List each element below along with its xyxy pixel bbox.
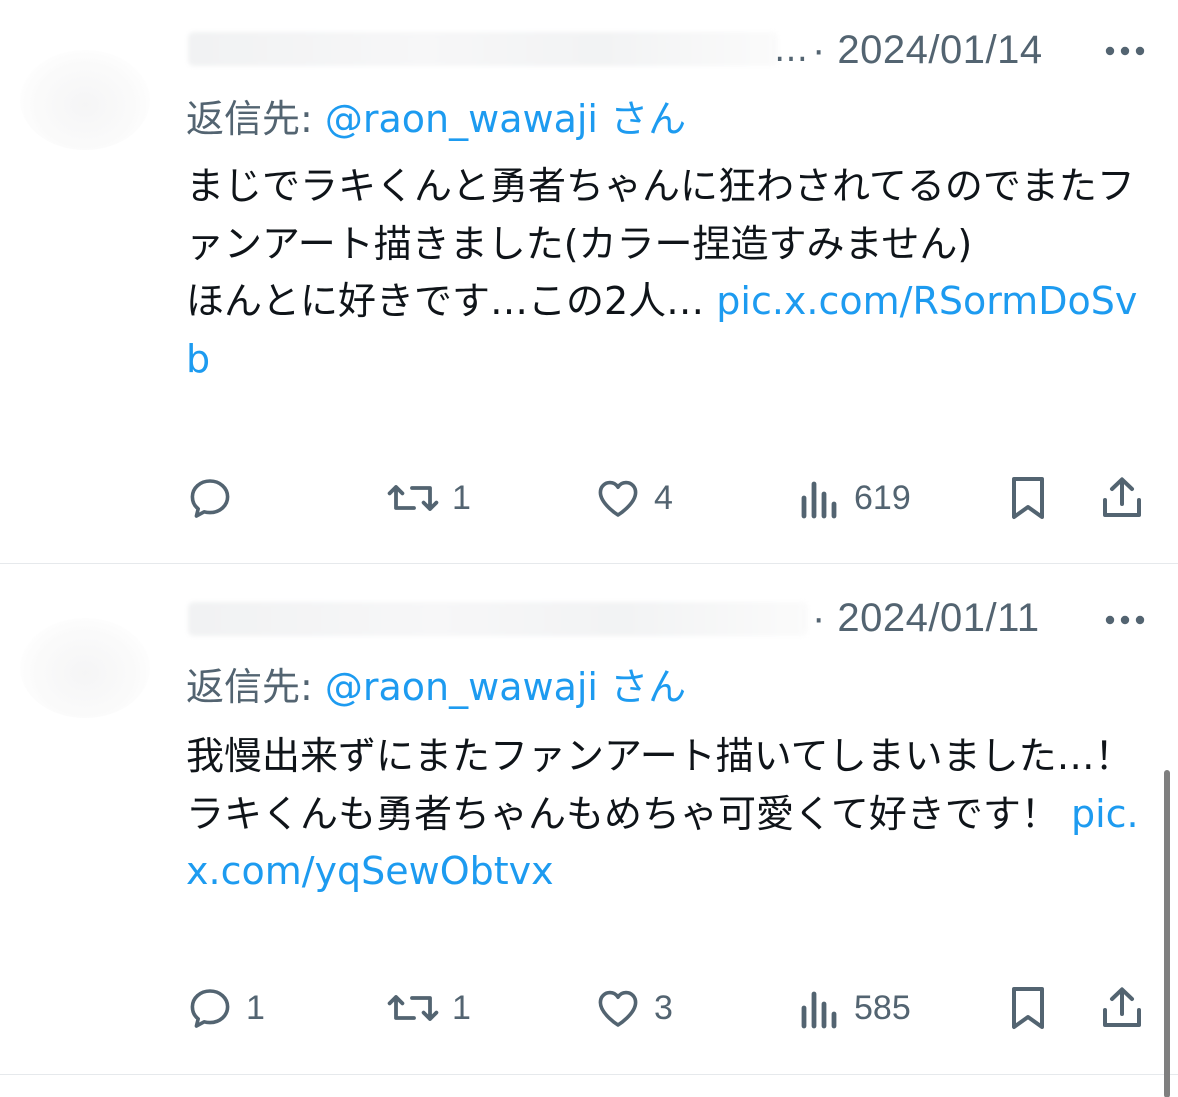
- bookmark-button[interactable]: [1006, 980, 1050, 1036]
- retweet-button[interactable]: 1: [386, 980, 471, 1036]
- reply-to-suffix: さん: [597, 97, 687, 141]
- reply-icon: [190, 989, 230, 1028]
- heart-icon: [598, 990, 638, 1027]
- like-button[interactable]: 4: [594, 470, 673, 526]
- retweet-icon: [387, 485, 439, 511]
- retweet-button[interactable]: 1: [386, 470, 471, 526]
- tweet-text: まじでラキくんと勇者ちゃんに狂わされてるのでまたファンアート描きました(カラー捏…: [186, 158, 1146, 388]
- views-button[interactable]: 585: [798, 980, 911, 1036]
- action-bar: 1 4 619: [186, 470, 1156, 526]
- reply-to-line: 返信先: @raon_wawaji さん: [186, 88, 686, 143]
- share-icon: [1103, 477, 1141, 517]
- action-bar: 1 1 3 585: [186, 980, 1156, 1036]
- view-count: 619: [854, 478, 911, 517]
- heart-icon: [598, 480, 638, 517]
- share-button[interactable]: [1098, 470, 1146, 526]
- display-name-truncation: …: [774, 30, 808, 70]
- like-count: 4: [654, 478, 673, 517]
- display-name-blurred[interactable]: [188, 32, 778, 66]
- views-button[interactable]: 619: [798, 470, 911, 526]
- like-button[interactable]: 3: [594, 980, 673, 1036]
- tweet-date[interactable]: · 2024/01/11: [812, 596, 1040, 641]
- bookmark-button[interactable]: [1006, 470, 1050, 526]
- bookmark-icon: [1012, 477, 1044, 519]
- scrollbar[interactable]: [1164, 770, 1170, 1097]
- retweet-count: 1: [452, 478, 471, 517]
- tweet-text: 我慢出来ずにまたファンアート描いてしまいました…！ ラキくんも勇者ちゃんもめちゃ…: [186, 728, 1146, 901]
- avatar[interactable]: [20, 618, 150, 718]
- reply-button[interactable]: [186, 470, 246, 526]
- reply-to-prefix: 返信先:: [186, 97, 325, 141]
- reply-to-suffix: さん: [597, 665, 687, 709]
- view-count: 585: [854, 988, 911, 1027]
- reply-to-handle[interactable]: @raon_wawaji: [325, 665, 598, 709]
- share-button[interactable]: [1098, 980, 1146, 1036]
- reply-icon: [190, 479, 230, 518]
- retweet-icon: [387, 995, 439, 1021]
- views-icon: [801, 481, 837, 519]
- timeline-feed: … · 2024/01/14 返信先: @raon_wawaji さん まじでラ…: [0, 0, 1178, 1097]
- tweet-text-content: 我慢出来ずにまたファンアート描いてしまいました…！ ラキくんも勇者ちゃんもめちゃ…: [186, 734, 1133, 836]
- retweet-count: 1: [452, 988, 471, 1027]
- more-icon[interactable]: [1104, 45, 1146, 57]
- tweet-divider: [0, 1074, 1178, 1075]
- avatar[interactable]: [20, 50, 150, 150]
- more-icon[interactable]: [1104, 614, 1146, 626]
- reply-to-line: 返信先: @raon_wawaji さん: [186, 656, 686, 711]
- tweet[interactable]: · 2024/01/11 返信先: @raon_wawaji さん 我慢出来ずに…: [0, 564, 1178, 1074]
- reply-button[interactable]: 1: [186, 980, 265, 1036]
- like-count: 3: [654, 988, 673, 1027]
- bookmark-icon: [1012, 987, 1044, 1029]
- display-name-blurred[interactable]: [188, 602, 808, 636]
- views-icon: [801, 991, 837, 1029]
- tweet[interactable]: … · 2024/01/14 返信先: @raon_wawaji さん まじでラ…: [0, 0, 1178, 563]
- reply-count: 1: [246, 988, 265, 1027]
- reply-to-handle[interactable]: @raon_wawaji: [325, 97, 598, 141]
- share-icon: [1103, 987, 1141, 1027]
- tweet-date[interactable]: · 2024/01/14: [812, 28, 1043, 73]
- reply-to-prefix: 返信先:: [186, 665, 325, 709]
